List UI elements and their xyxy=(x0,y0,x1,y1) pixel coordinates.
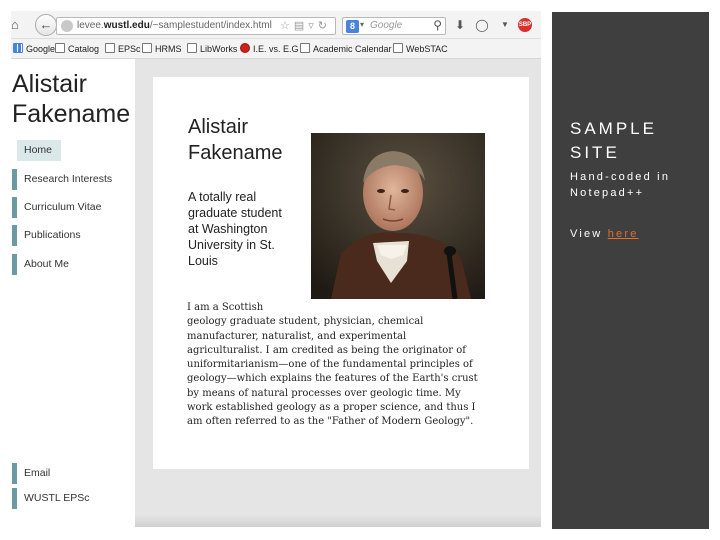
reload-icon[interactable]: ↻ xyxy=(318,20,331,32)
web-page: Alistair Fakename Home Research Interest… xyxy=(11,59,541,527)
nav-research-interests[interactable]: Research Interests xyxy=(12,169,122,190)
url-text: levee.wustl.edu/~samplestudent/index.htm… xyxy=(77,20,272,31)
red-dot-icon xyxy=(240,43,250,53)
pocket-icon[interactable]: ◯ xyxy=(474,17,490,33)
card-subtitle: A totally real graduate student at Washi… xyxy=(188,190,282,268)
browser-window: ⌂ ← levee.wustl.edu/~samplestudent/index… xyxy=(11,11,541,527)
dropdown-icon[interactable]: ▿ xyxy=(308,20,318,32)
page-icon xyxy=(55,43,65,53)
portrait-image xyxy=(311,133,485,299)
bookmarks-bar: Google Catalog EPSc HRMS LibWorks I.E. v… xyxy=(11,39,541,59)
star-icon[interactable]: ☆ xyxy=(280,20,294,32)
page-icon xyxy=(142,43,152,53)
info-panel: SAMPLE SITE Hand-coded in Notepad++ View… xyxy=(552,12,709,529)
address-bar-icons[interactable]: ☆▤▿↻ xyxy=(280,19,331,32)
home-icon[interactable]: ⌂ xyxy=(11,18,25,32)
bookmark-academic-calendar[interactable]: Academic Calendar xyxy=(300,42,392,56)
browser-toolbar: ⌂ ← levee.wustl.edu/~samplestudent/index… xyxy=(11,11,541,39)
search-engine-icon[interactable]: 8 xyxy=(346,20,359,33)
nav-home[interactable]: Home xyxy=(17,140,61,161)
site-name: Alistair Fakename xyxy=(12,70,131,128)
bio-paragraph: I am a Scottish geology graduate student… xyxy=(187,302,478,428)
menu-dropdown-icon[interactable]: ▼ xyxy=(497,17,513,33)
bookmark-epsc[interactable]: EPSc xyxy=(105,42,141,56)
bookmark-webstac[interactable]: WebSTAC xyxy=(393,42,448,56)
search-placeholder: Google xyxy=(370,20,403,31)
nav-about-me[interactable]: About Me xyxy=(12,254,122,275)
sbp-addon-icon[interactable]: SBP xyxy=(518,18,532,32)
nav-curriculum-vitae[interactable]: Curriculum Vitae xyxy=(12,197,122,218)
download-icon[interactable]: ⬇ xyxy=(452,17,468,33)
page-footer-shade xyxy=(135,515,541,527)
page-icon xyxy=(105,43,115,53)
slide: ⌂ ← levee.wustl.edu/~samplestudent/index… xyxy=(0,0,720,540)
page-icon xyxy=(300,43,310,53)
site-sidebar: Alistair Fakename Home Research Interest… xyxy=(11,59,135,527)
bookmark-hrms[interactable]: HRMS xyxy=(142,42,182,56)
bookmark-catalog[interactable]: Catalog xyxy=(55,42,99,56)
back-icon[interactable]: ← xyxy=(35,14,57,36)
bookmark-libworks[interactable]: LibWorks xyxy=(187,42,237,56)
content-card: Alistair Fakename A totally real graduat… xyxy=(153,77,529,469)
page-icon xyxy=(187,43,197,53)
page-icon xyxy=(393,43,403,53)
nav-wustl-epsc[interactable]: WUSTL EPSc xyxy=(12,488,122,509)
engine-dropdown-icon[interactable]: ▾ xyxy=(360,20,364,29)
panel-description: Hand-coded in Notepad++ xyxy=(570,171,671,199)
nav-publications[interactable]: Publications xyxy=(12,225,122,246)
bookmark-ie-vs-eg[interactable]: I.E. vs. E.G xyxy=(240,42,299,56)
card-title: Alistair Fakename xyxy=(188,116,283,164)
search-icon[interactable]: ⚲ xyxy=(433,18,442,32)
globe-icon xyxy=(61,20,73,32)
apps-icon xyxy=(13,43,23,53)
address-bar[interactable]: levee.wustl.edu/~samplestudent/index.htm… xyxy=(56,17,336,35)
reader-icon[interactable]: ▤ xyxy=(294,20,308,32)
nav-email[interactable]: Email xyxy=(12,463,122,484)
view-here-link[interactable]: here xyxy=(608,228,639,240)
search-bar[interactable]: 8 ▾ Google ⚲ xyxy=(342,17,446,35)
panel-title: SAMPLE SITE xyxy=(570,119,657,162)
bookmark-google[interactable]: Google xyxy=(13,42,55,56)
panel-view-line: View here xyxy=(570,228,639,240)
